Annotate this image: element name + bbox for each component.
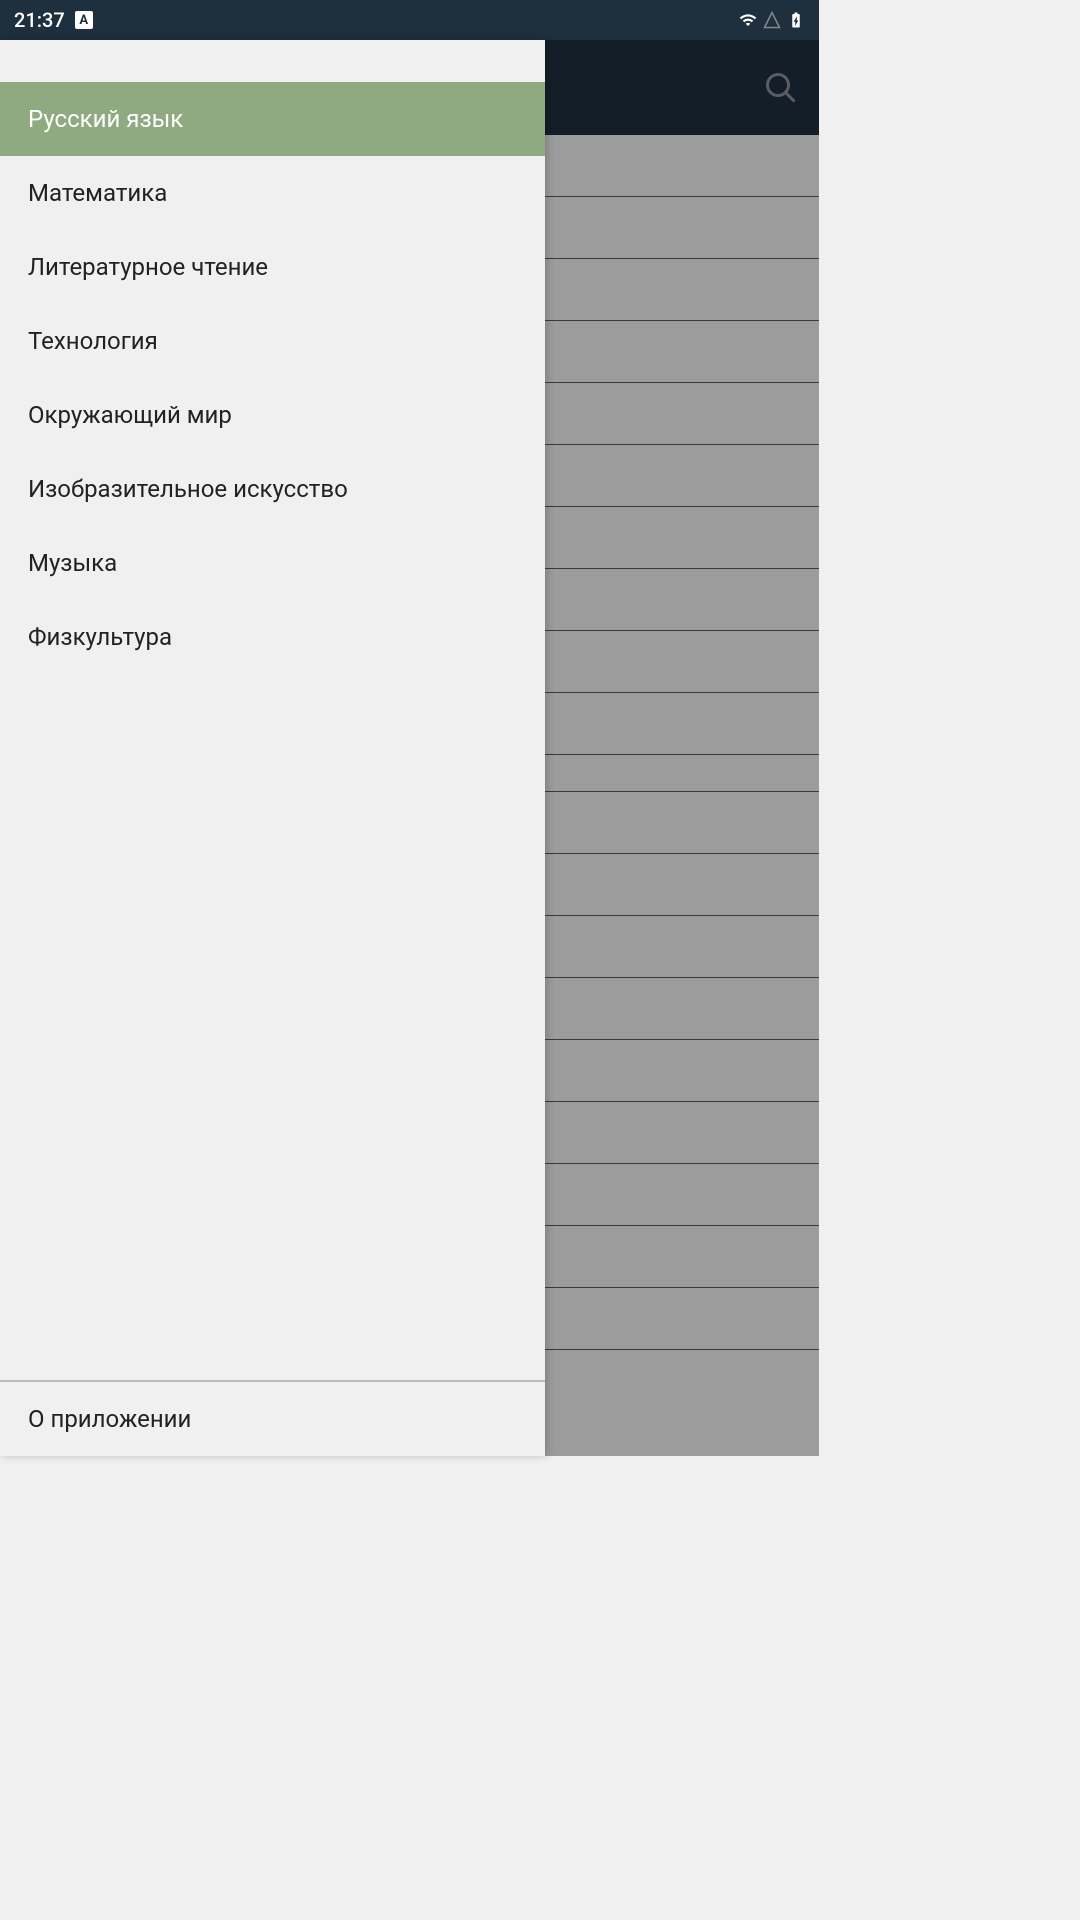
drawer-item-technology[interactable]: Технология <box>0 304 545 378</box>
drawer-item-reading[interactable]: Литературное чтение <box>0 230 545 304</box>
navigation-drawer: Русский язык Математика Литературное чте… <box>0 40 545 1456</box>
battery-icon <box>787 11 805 29</box>
status-bar: 21:37 A <box>0 0 819 40</box>
wifi-icon <box>739 11 757 29</box>
drawer-item-music[interactable]: Музыка <box>0 526 545 600</box>
drawer-item-world[interactable]: Окружающий мир <box>0 378 545 452</box>
drawer-about[interactable]: О приложении <box>0 1380 545 1456</box>
status-right <box>739 11 805 29</box>
drawer-item-russian[interactable]: Русский язык <box>0 82 545 156</box>
keyboard-icon: A <box>75 11 93 29</box>
drawer-items: Русский язык Математика Литературное чте… <box>0 82 545 1380</box>
status-time: 21:37 <box>14 8 65 32</box>
drawer-header-space <box>0 40 545 82</box>
drawer-item-pe[interactable]: Физкультура <box>0 600 545 674</box>
status-left: 21:37 A <box>14 8 93 32</box>
drawer-item-art[interactable]: Изобразительное искусство <box>0 452 545 526</box>
signal-icon <box>763 11 781 29</box>
drawer-item-math[interactable]: Математика <box>0 156 545 230</box>
